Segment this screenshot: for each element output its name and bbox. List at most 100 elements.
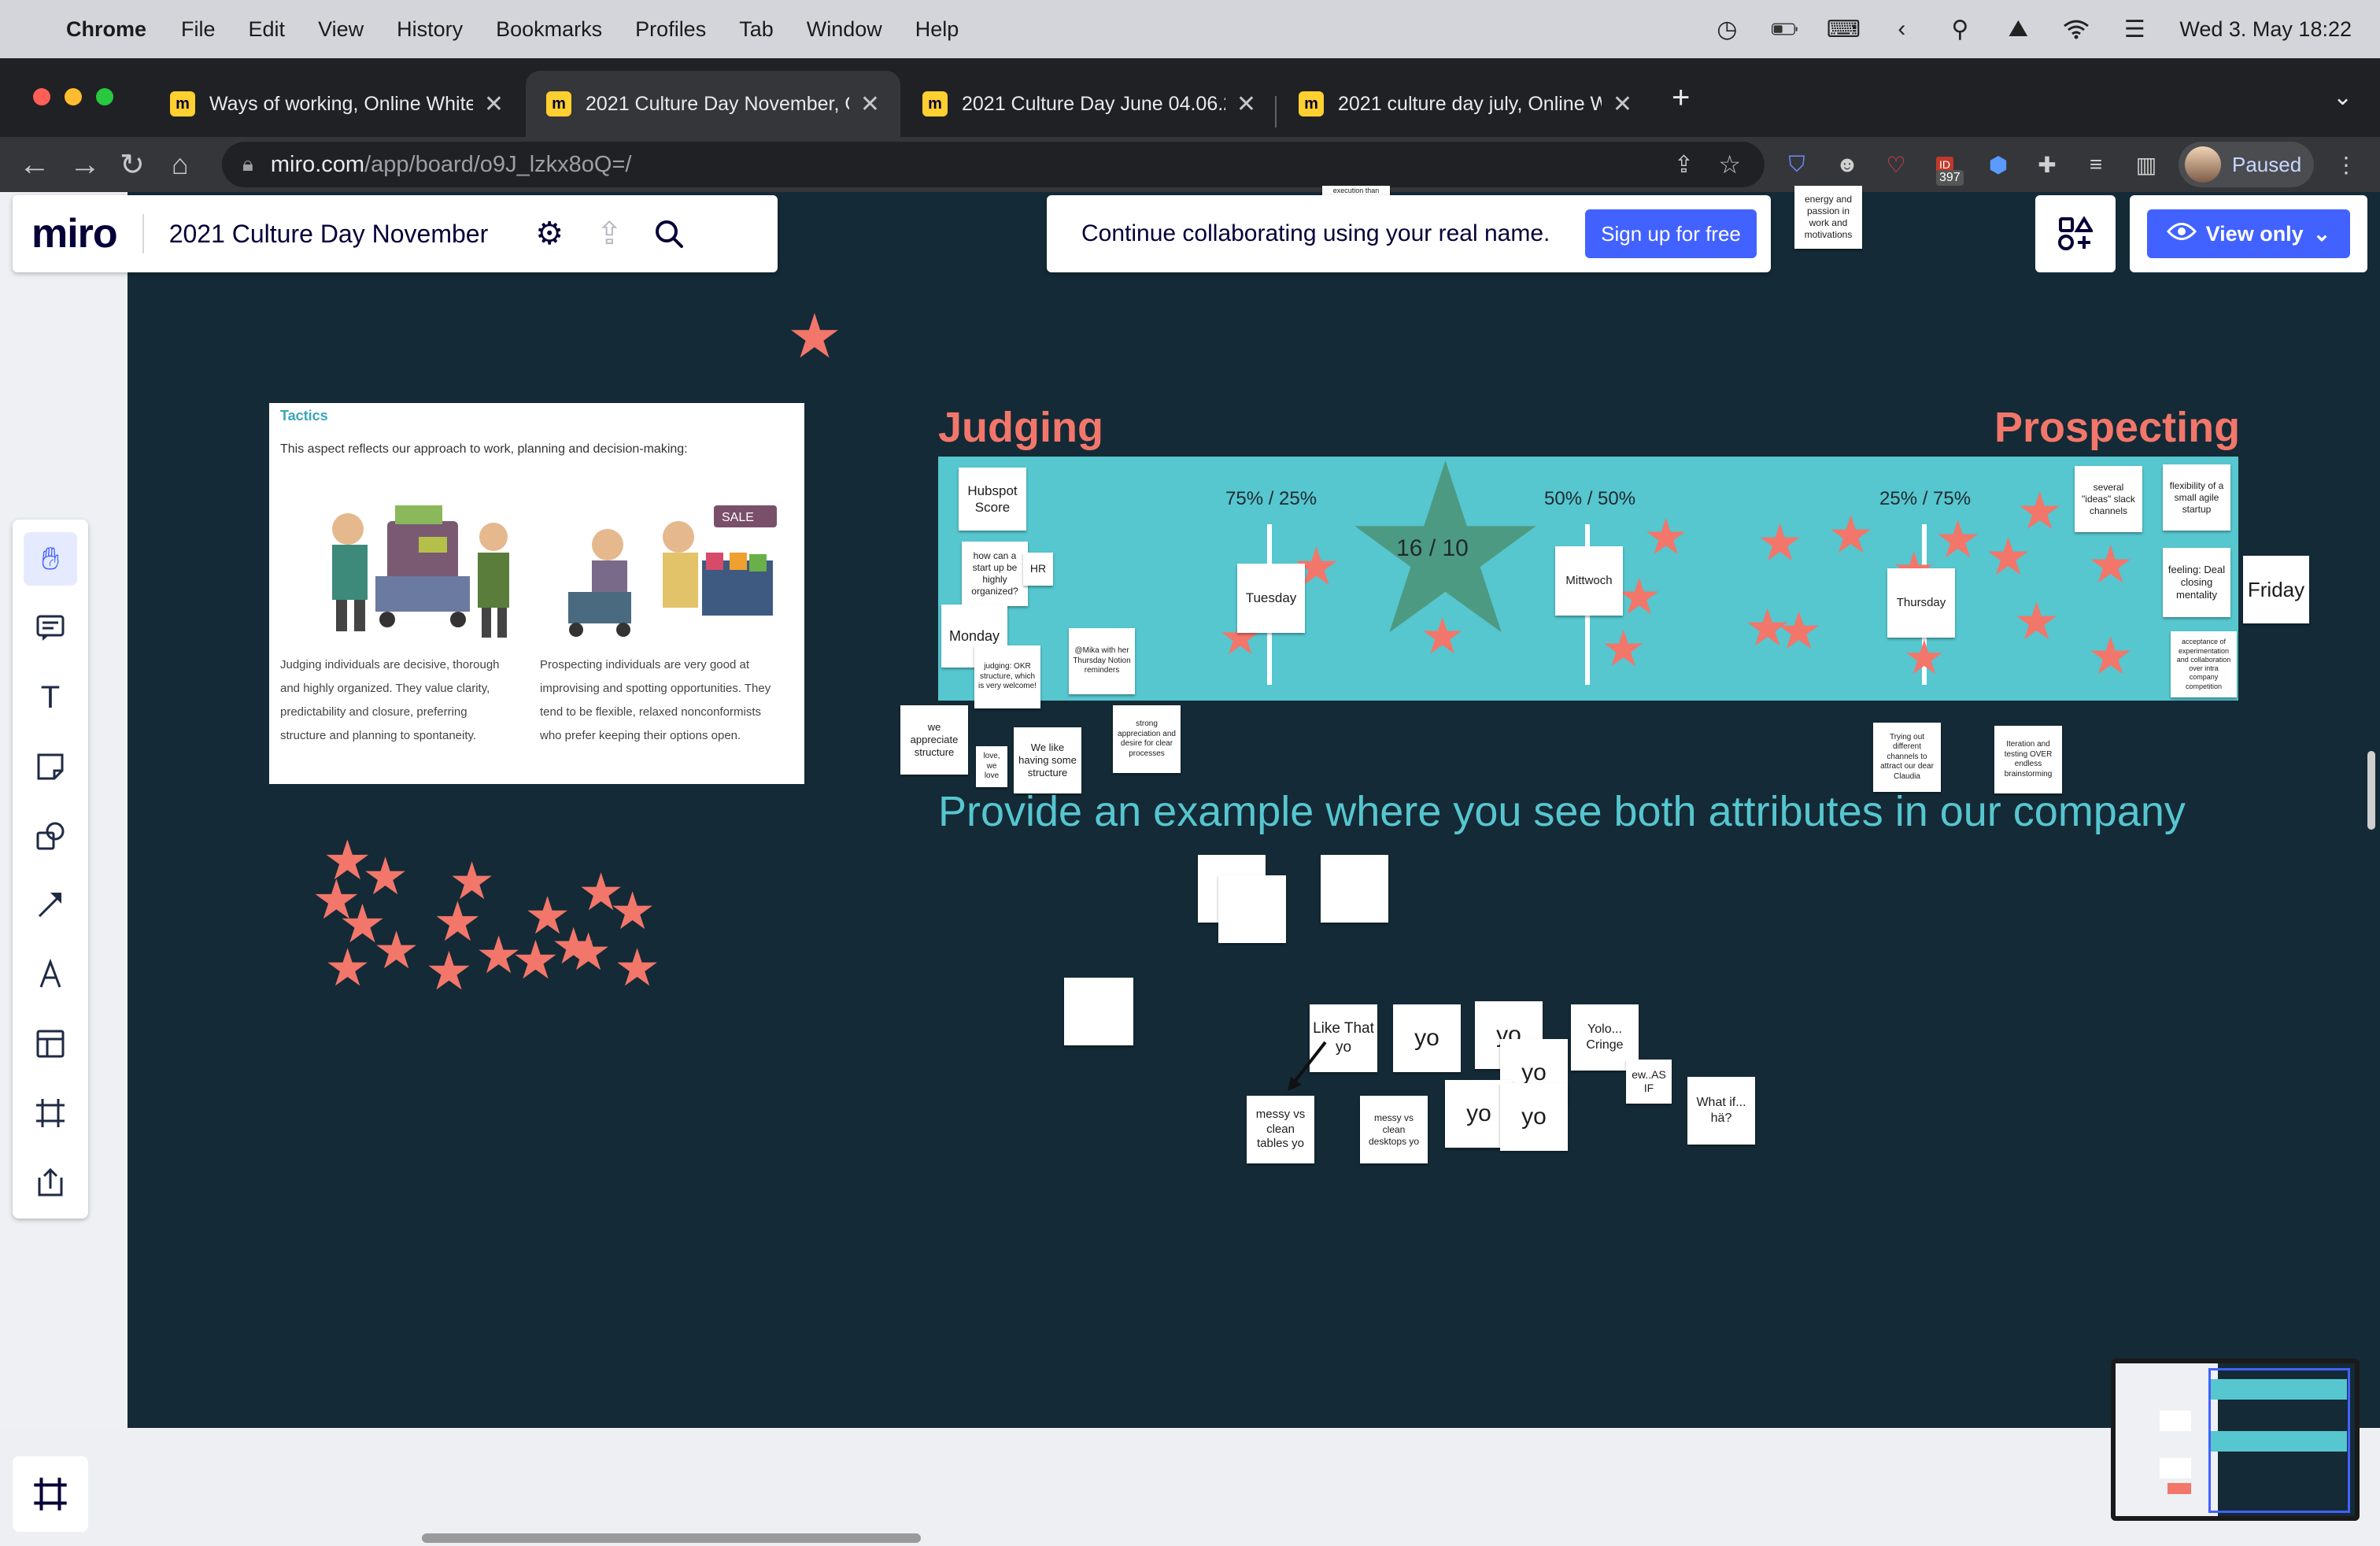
close-tab-icon[interactable]: ✕ xyxy=(860,91,880,118)
zoom-window-button[interactable] xyxy=(96,88,113,105)
menu-app-name[interactable]: Chrome xyxy=(66,17,146,42)
sticky-note[interactable]: strong appreciation and desire for clear… xyxy=(1113,705,1181,773)
star-sticker-icon[interactable]: ★ xyxy=(1828,509,1874,560)
nord-icon[interactable]: ⛰ xyxy=(2005,16,2031,42)
sticky-note[interactable]: We like having some structure xyxy=(1014,727,1081,793)
sticky-note[interactable]: judging: OKR structure, which is very we… xyxy=(974,645,1040,708)
chrome-menu-icon[interactable]: ⋮ xyxy=(2328,146,2364,183)
prospecting-heading[interactable]: Prospecting xyxy=(1994,403,2240,452)
miro-logo[interactable]: miro xyxy=(31,210,118,257)
menu-help[interactable]: Help xyxy=(915,17,959,42)
vpn-icon[interactable]: ⚲ xyxy=(1946,17,1973,43)
text-tool-icon[interactable]: T xyxy=(24,671,77,724)
menu-window[interactable]: Window xyxy=(807,17,882,42)
frame-tool-icon[interactable] xyxy=(24,1086,77,1140)
empty-sticky-note[interactable] xyxy=(1218,875,1286,943)
sticky-note[interactable]: Friday xyxy=(2243,556,2309,623)
star-sticker-icon[interactable]: ★ xyxy=(1420,611,1465,661)
sticky-note[interactable]: Trying out different channels to attract… xyxy=(1873,723,1941,792)
profile-paused-button[interactable]: Paused xyxy=(2179,142,2314,187)
templates-icon[interactable] xyxy=(24,1017,77,1071)
menu-history[interactable]: History xyxy=(397,17,463,42)
star-sticker-icon[interactable]: ★ xyxy=(324,941,371,993)
menu-file[interactable]: File xyxy=(181,17,216,42)
star-sticker-icon[interactable]: ★ xyxy=(614,941,660,993)
sticky-note[interactable]: energy and passion in work and motivatio… xyxy=(1794,186,1862,249)
star-sticker-icon[interactable]: ★ xyxy=(2087,630,2134,682)
menu-bookmarks[interactable]: Bookmarks xyxy=(496,17,602,42)
star-sticker-icon[interactable]: ★ xyxy=(425,945,473,998)
minimap-viewport[interactable] xyxy=(2208,1368,2350,1513)
star-sticker-icon[interactable]: ★ xyxy=(609,885,656,937)
sticky-note[interactable]: messy vs clean desktops yo xyxy=(1360,1096,1428,1163)
menubar-clock[interactable]: Wed 3. May 18:22 xyxy=(2179,17,2352,42)
close-tab-icon[interactable]: ✕ xyxy=(1613,91,1632,118)
extension-mask-icon[interactable]: ☻ xyxy=(1829,146,1865,183)
upload-icon[interactable] xyxy=(24,1156,77,1209)
tab-culture-day-july[interactable]: m 2021 culture day july, Online Whiteboa… xyxy=(1278,71,1653,137)
star-sticker-icon[interactable]: ★ xyxy=(1643,512,1688,562)
close-window-button[interactable] xyxy=(33,88,50,105)
star-sticker-icon[interactable]: ★ xyxy=(1617,571,1661,622)
frames-panel-icon[interactable] xyxy=(13,1456,88,1532)
extensions-puzzle-icon[interactable]: ✚ xyxy=(2029,146,2065,183)
sticky-note[interactable]: how can a start up be highly organized? xyxy=(962,542,1028,606)
judging-heading[interactable]: Judging xyxy=(938,403,1103,452)
star-sticker-icon[interactable]: ★ xyxy=(373,924,419,976)
sign-up-button[interactable]: Sign up for free xyxy=(1585,209,1757,258)
apps-shapes-icon[interactable] xyxy=(2035,195,2116,272)
back-arrow-icon[interactable]: ← xyxy=(19,137,50,192)
star-sticker-icon[interactable]: ★ xyxy=(1935,513,1981,565)
star-sticker-icon[interactable]: ★ xyxy=(787,305,842,367)
reading-list-icon[interactable]: ≡ xyxy=(2078,146,2114,183)
export-upload-icon[interactable]: ⇪ xyxy=(587,212,631,256)
share-icon[interactable]: ⇪ xyxy=(1674,151,1694,179)
battery-icon[interactable] xyxy=(1772,17,1798,41)
star-sticker-icon[interactable]: ★ xyxy=(1757,516,1803,568)
time-machine-icon[interactable]: ◷ xyxy=(1713,17,1740,43)
bookmark-star-icon[interactable]: ☆ xyxy=(1718,150,1741,179)
menu-view[interactable]: View xyxy=(318,17,364,42)
sticky-note[interactable]: flexibility of a small agile startup xyxy=(2163,464,2230,531)
search-icon[interactable] xyxy=(647,212,691,256)
connector-arrow-icon[interactable] xyxy=(1283,1039,1330,1094)
address-bar[interactable]: 🔒︎ miro.com/app/board/o9J_lzkx8oQ=/ ⇪ ☆ xyxy=(222,142,1765,187)
sticky-note[interactable]: Hubspot Score xyxy=(959,468,1026,531)
new-tab-icon[interactable]: + xyxy=(1672,80,1690,116)
menu-tab[interactable]: Tab xyxy=(739,17,774,42)
sticky-note[interactable]: yo xyxy=(1393,1004,1461,1072)
pocket-icon[interactable]: ♡ xyxy=(1878,146,1914,183)
extension-id-icon[interactable]: ID 397 xyxy=(1927,146,1964,186)
empty-sticky-note[interactable] xyxy=(1321,855,1388,923)
tab-culture-day-november[interactable]: m 2021 Culture Day November, Online Whit… xyxy=(526,71,900,137)
tactics-card[interactable]: Tactics This aspect reflects our approac… xyxy=(269,403,804,784)
sticky-note[interactable]: Mittwoch xyxy=(1555,546,1623,616)
home-icon[interactable]: ⌂ xyxy=(172,137,189,192)
sticky-note[interactable]: feeling: Deal closing mentality xyxy=(2163,548,2230,617)
board-title[interactable]: 2021 Culture Day November xyxy=(169,220,489,249)
sticky-note[interactable]: love, we love xyxy=(976,746,1007,787)
minimize-window-button[interactable] xyxy=(65,88,82,105)
star-sticker-icon[interactable]: ★ xyxy=(1776,605,1822,656)
sticky-note[interactable]: What if... hä? xyxy=(1687,1077,1755,1145)
chevron-left-icon[interactable]: ‹ xyxy=(1888,16,1915,42)
tab-search-chevron-icon[interactable]: ⌄ xyxy=(2333,83,2352,111)
menu-profiles[interactable]: Profiles xyxy=(635,17,706,42)
menu-edit[interactable]: Edit xyxy=(249,17,286,42)
shapes-tool-icon[interactable] xyxy=(24,809,77,863)
keyboard-icon[interactable]: ⌨ xyxy=(1827,17,1861,43)
star-sticker-icon[interactable]: ★ xyxy=(2013,595,2060,647)
sticky-note[interactable]: Iteration and testing OVER endless brain… xyxy=(1994,726,2062,793)
side-panel-icon[interactable]: ▥ xyxy=(2128,146,2164,183)
sticky-note[interactable]: several "ideas" slack channels xyxy=(2075,466,2142,532)
reload-icon[interactable]: ↻ xyxy=(120,137,145,192)
view-only-button[interactable]: View only ⌄ xyxy=(2147,209,2350,258)
connection-line-icon[interactable] xyxy=(24,878,77,932)
close-tab-icon[interactable]: ✕ xyxy=(1236,91,1256,118)
sticky-note[interactable]: HR xyxy=(1023,553,1053,586)
sticky-note-tool-icon[interactable] xyxy=(24,740,77,793)
hand-tool-icon[interactable]: ✋︎ xyxy=(24,532,77,586)
extension-cube-icon[interactable]: ⬢ xyxy=(1980,146,2016,183)
sticky-note[interactable]: acceptance of experimentation and collab… xyxy=(2171,631,2237,697)
tab-culture-day-june[interactable]: m 2021 Culture Day June 04.06.2021 ✕ xyxy=(902,71,1277,137)
